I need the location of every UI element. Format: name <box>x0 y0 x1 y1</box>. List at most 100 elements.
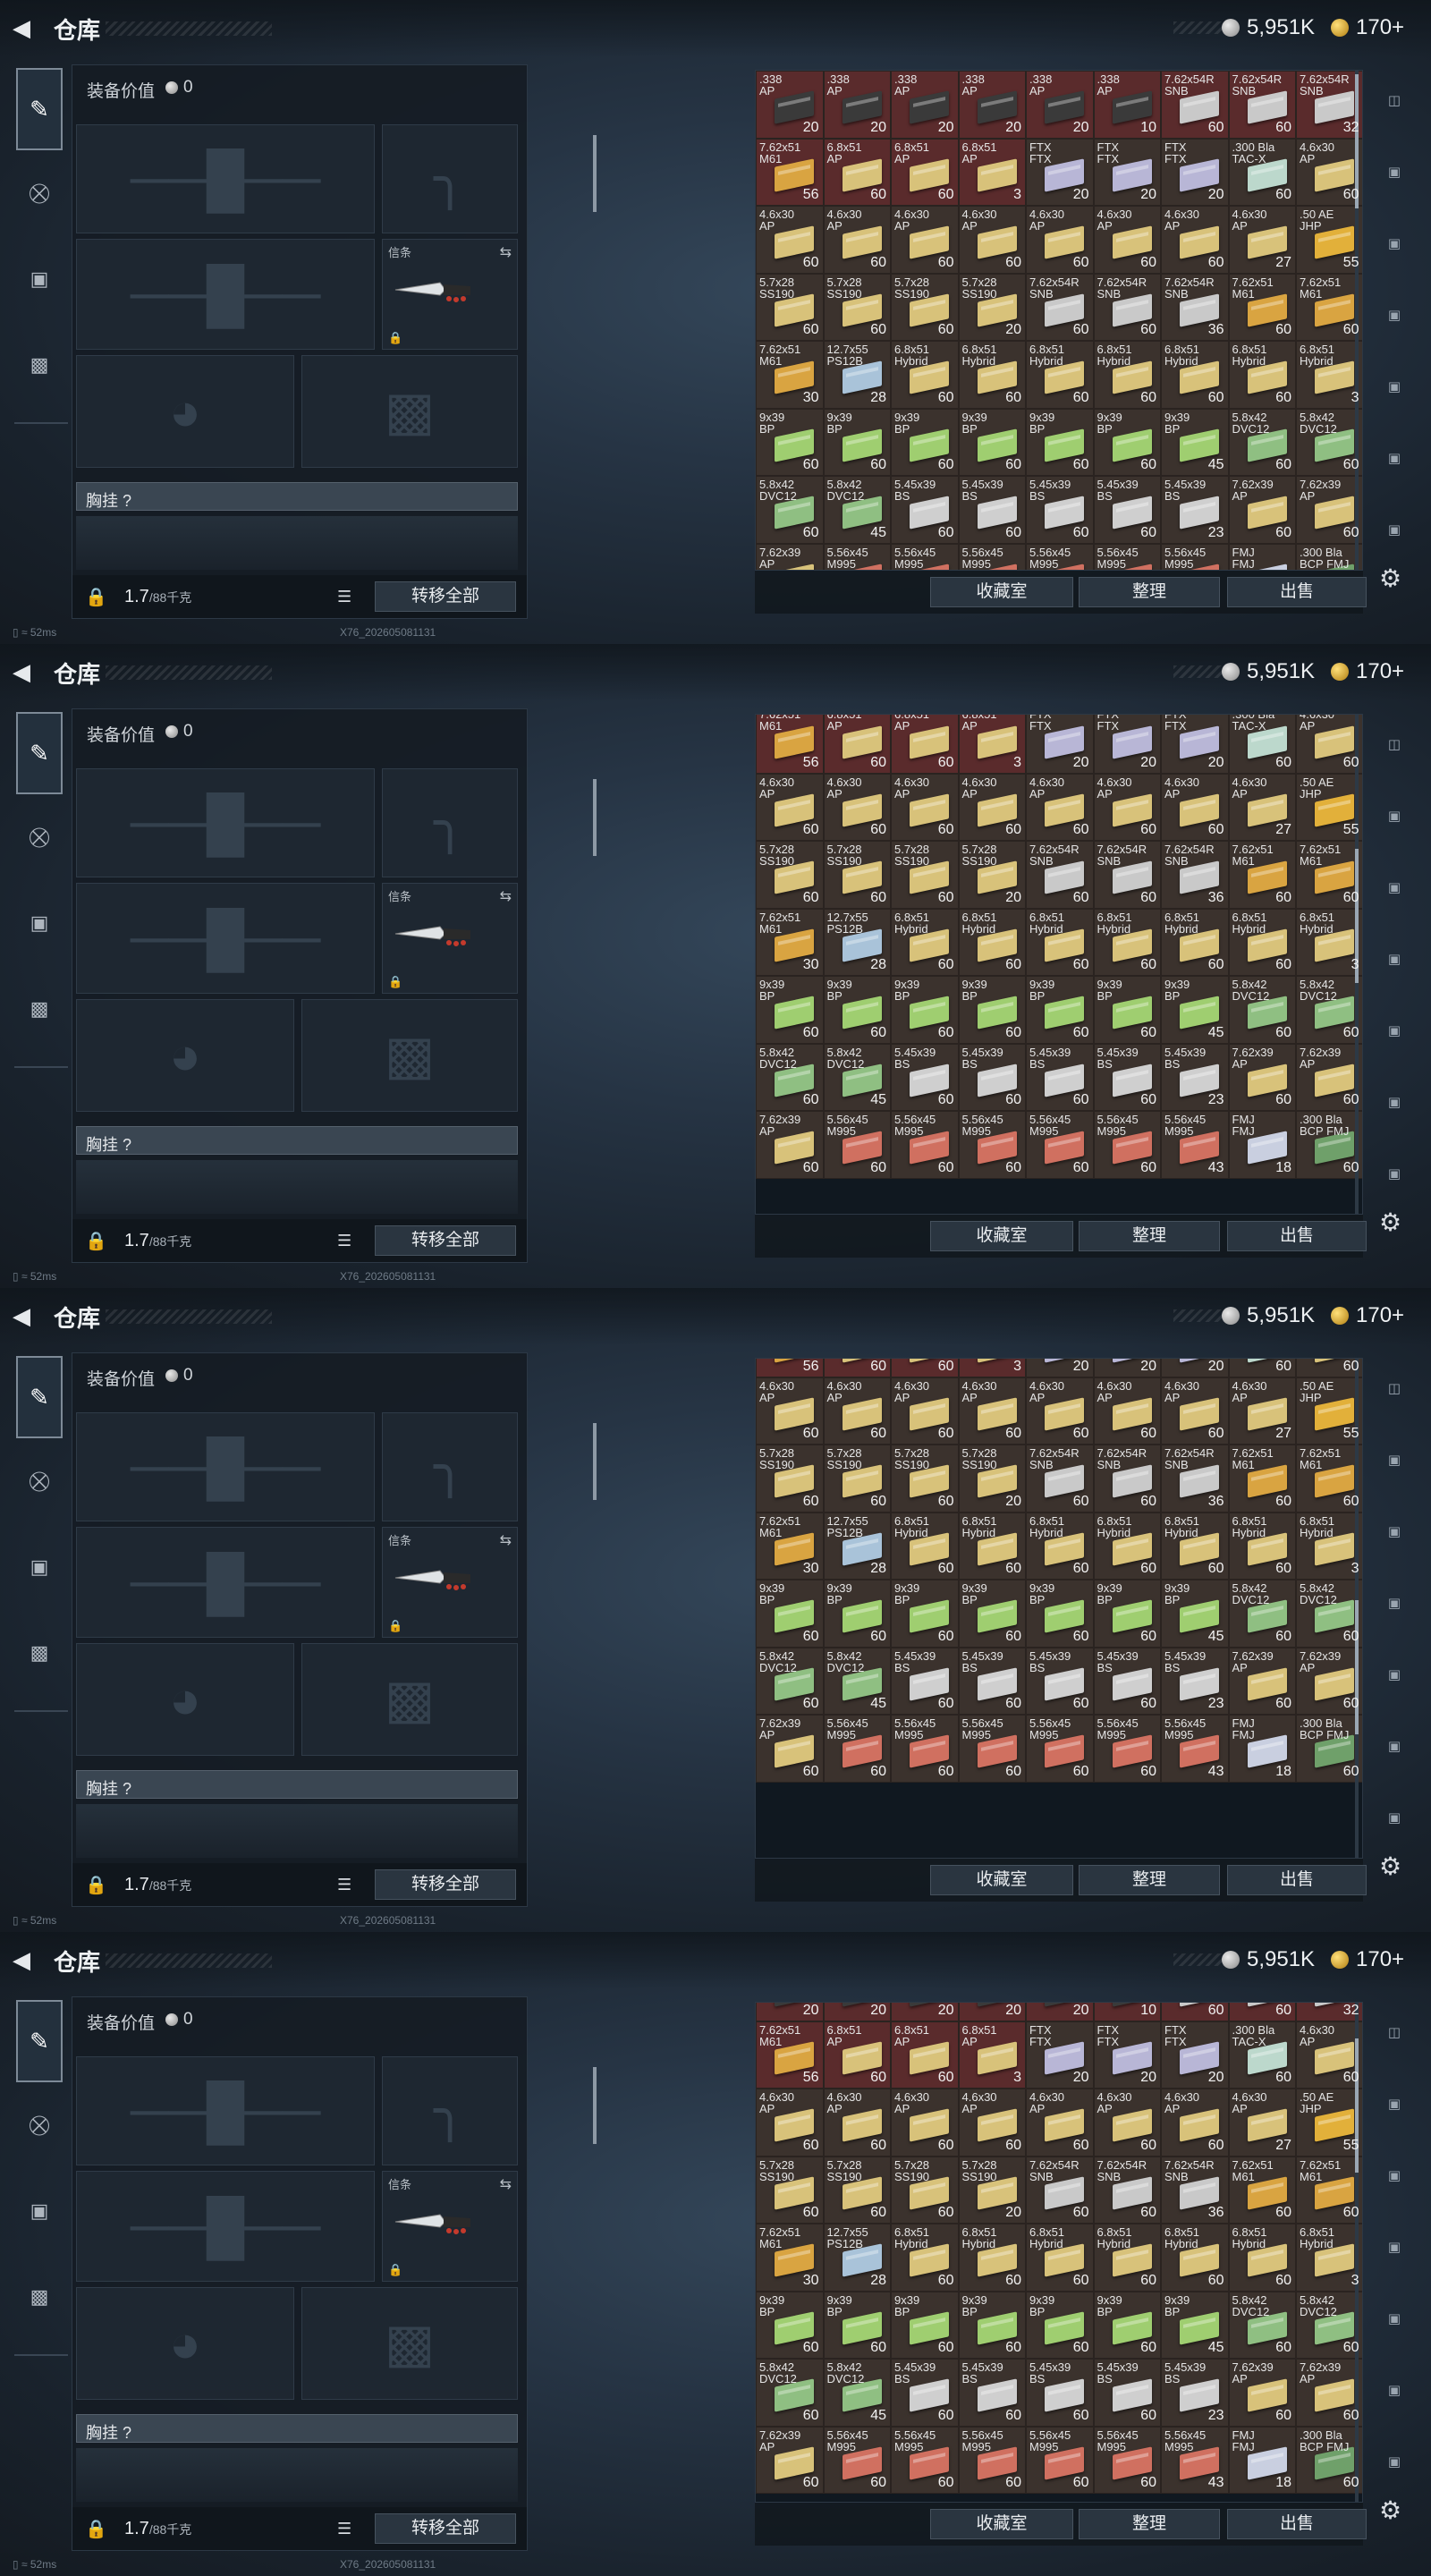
stash-item[interactable]: 5.7x28 SS190 20 <box>958 841 1026 909</box>
stash-item[interactable]: 5.8x42 DVC12 60 <box>756 2359 824 2427</box>
stash-item[interactable]: 4.6x30 AP60 <box>958 1377 1026 1445</box>
stash-item[interactable]: 5.45x39 BS 23 <box>1161 476 1229 544</box>
stash-item[interactable]: FTX FTX20 <box>1093 1359 1161 1377</box>
stash-item[interactable]: .300 Bla BCP FMJ 60 <box>1296 1715 1362 1783</box>
chest-rig-header[interactable]: 胸挂 ? <box>76 482 518 511</box>
stash-item[interactable]: 7.62x51 M61 60 <box>1228 2156 1296 2224</box>
stash-item[interactable]: 9x39 BP 60 <box>1026 976 1094 1044</box>
stash-item[interactable]: .50 AE JHP 55 <box>1296 206 1362 274</box>
settings-gear-icon[interactable]: ⚙ <box>1379 1852 1401 1881</box>
stash-item[interactable]: 7.62x39 AP60 <box>1296 2359 1362 2427</box>
stash-item[interactable]: 4.6x30 AP60 <box>1093 2089 1161 2157</box>
stash-item[interactable]: 4.6x30 AP60 <box>756 206 824 274</box>
stash-item[interactable]: FMJ FMJ18 <box>1228 543 1296 570</box>
stash-page-3-icon[interactable]: ▣ <box>1377 945 1411 975</box>
stash-item[interactable]: FTX FTX20 <box>1161 715 1229 774</box>
back-arrow-icon[interactable]: ◀ <box>13 658 36 685</box>
stash-item[interactable]: 7.62x39 AP60 <box>1228 1043 1296 1111</box>
gold-currency[interactable]: 170+ <box>1331 1302 1404 1329</box>
stash-item[interactable]: 5.56x45 M99560 <box>1093 2426 1161 2494</box>
pistol-slot[interactable]: ╮ <box>382 768 518 877</box>
stash-page-4-icon[interactable]: ▣ <box>1377 1016 1411 1046</box>
stash-item[interactable]: 6.8x51 Hybrid 60 <box>1026 908 1094 976</box>
stash-item[interactable]: 7.62x54R SNB 60 <box>1228 71 1296 139</box>
stash-item[interactable]: 9x39 BP 60 <box>1026 1580 1094 1648</box>
stash-page-5-icon[interactable]: ▣ <box>1377 1088 1411 1118</box>
sell-button[interactable]: 出售 <box>1227 577 1367 607</box>
stash-item[interactable]: 6.8x51 Hybrid 60 <box>1228 2224 1296 2292</box>
stash-item[interactable]: 4.6x30 AP60 <box>1026 206 1094 274</box>
stash-item[interactable]: 4.6x30 AP60 <box>823 773 891 841</box>
stash-item[interactable]: 5.56x45 M995 43 <box>1161 1715 1229 1783</box>
stash-item[interactable]: 4.6x30 AP60 <box>1296 1359 1362 1377</box>
stash-item[interactable]: .338 AP20 <box>1026 2003 1094 2021</box>
stash-item[interactable]: .300 Bla TAC-X 60 <box>1228 715 1296 774</box>
stash-item[interactable]: 5.7x28 SS190 20 <box>958 273 1026 341</box>
favorites-button[interactable]: 收藏室 <box>930 2509 1073 2539</box>
stash-item[interactable]: 5.56x45 M99560 <box>891 543 959 570</box>
stash-item[interactable]: 5.7x28 SS190 60 <box>823 2156 891 2224</box>
stash-item[interactable]: 9x39 BP 60 <box>1093 1580 1161 1648</box>
stash-item[interactable]: .300 Bla BCP FMJ 60 <box>1296 2426 1362 2494</box>
stash-item[interactable]: 7.62x51 M61 60 <box>1296 841 1362 909</box>
stash-item[interactable]: 5.8x42 DVC12 60 <box>756 1043 824 1111</box>
stash-item[interactable]: 5.7x28 SS190 60 <box>823 1445 891 1513</box>
stash-item[interactable]: 5.56x45 M99560 <box>1026 543 1094 570</box>
stash-item[interactable]: 5.7x28 SS190 60 <box>756 2156 824 2224</box>
weapons-tab-icon[interactable]: ✎ <box>16 68 63 150</box>
stash-item[interactable]: 7.62x39 AP60 <box>756 543 824 570</box>
helmet-slot[interactable]: ◕ <box>76 1643 294 1756</box>
chest-rig-header[interactable]: 胸挂 ? <box>76 1126 518 1155</box>
stash-item[interactable]: 4.6x30 AP60 <box>1296 715 1362 774</box>
stash-item[interactable]: 5.45x39 BS 23 <box>1161 1647 1229 1715</box>
stash-item[interactable]: FTX FTX20 <box>1161 2021 1229 2089</box>
stash-item[interactable]: 7.62x51 M61 30 <box>756 908 824 976</box>
stash-item[interactable]: 5.45x39 BS 60 <box>958 2359 1026 2427</box>
secondary-weapon-slot[interactable]: ──█── <box>76 2171 375 2282</box>
stash-page-1-icon[interactable]: ▣ <box>1377 2089 1411 2120</box>
primary-weapon-slot[interactable]: ──█── <box>76 2056 375 2165</box>
stash-item[interactable]: 5.45x39 BS 60 <box>1093 1043 1161 1111</box>
stash-item[interactable]: 9x39 BP 60 <box>958 2291 1026 2359</box>
equipment-scrollbar[interactable] <box>593 135 597 212</box>
stash-item[interactable]: 6.8x51 AP60 <box>823 1359 891 1377</box>
backpack-tab-icon[interactable]: ▩ <box>20 989 59 1029</box>
stash-item[interactable]: 6.8x51 Hybrid 60 <box>1161 1512 1229 1580</box>
stash-item[interactable]: 12.7x55 PS12B 28 <box>823 2224 891 2292</box>
armor-slot[interactable]: ▩ <box>301 1643 518 1756</box>
armor-slot[interactable]: ▩ <box>301 355 518 468</box>
stash-item[interactable]: 5.8x42 DVC12 60 <box>1296 2291 1362 2359</box>
transfer-all-button[interactable]: 转移全部 <box>375 581 516 612</box>
stash-page-6-icon[interactable]: ▣ <box>1377 1159 1411 1190</box>
pistol-slot[interactable]: ╮ <box>382 2056 518 2165</box>
stash-item[interactable]: 7.62x39 AP60 <box>756 2426 824 2494</box>
stash-item[interactable]: 6.8x51 Hybrid 3 <box>1296 341 1362 409</box>
stash-item[interactable]: 9x39 BP 60 <box>1093 408 1161 476</box>
swap-icon[interactable]: ⇆ <box>500 887 512 905</box>
stash-item[interactable]: 6.8x51 AP60 <box>891 138 959 206</box>
weapons-tab-icon[interactable]: ✎ <box>16 2000 63 2082</box>
stash-item[interactable]: 6.8x51 Hybrid 60 <box>891 2224 959 2292</box>
stash-item[interactable]: 5.8x42 DVC12 60 <box>1228 408 1296 476</box>
stash-item[interactable]: FTX FTX20 <box>1026 1359 1094 1377</box>
stash-item[interactable]: 5.56x45 M99560 <box>1093 1111 1161 1179</box>
stash-item[interactable]: .338 AP20 <box>958 2003 1026 2021</box>
backpack-tab-icon[interactable]: ▩ <box>20 345 59 385</box>
stash-item[interactable]: 4.6x30 AP60 <box>958 206 1026 274</box>
stash-item[interactable]: 9x39 BP 45 <box>1161 2291 1229 2359</box>
stash-item[interactable]: 6.8x51 Hybrid 60 <box>1161 908 1229 976</box>
stash-item[interactable]: 4.6x30 AP 27 <box>1228 1377 1296 1445</box>
stash-item[interactable]: 7.62x39 AP60 <box>1228 1647 1296 1715</box>
stash-item[interactable]: 5.8x42 DVC12 60 <box>1228 1580 1296 1648</box>
stash-item[interactable]: FTX FTX20 <box>1026 138 1094 206</box>
stash-item[interactable]: 5.56x45 M99560 <box>1026 1715 1094 1783</box>
stash-item[interactable]: 7.62x54R SNB 60 <box>1026 1445 1094 1513</box>
stash-item[interactable]: 7.62x39 AP60 <box>756 1715 824 1783</box>
stash-item[interactable]: 12.7x55 PS12B 28 <box>823 908 891 976</box>
stash-item[interactable]: 7.62x51 M6156 <box>756 1359 824 1377</box>
stash-main-tab-icon[interactable]: ◫ <box>1377 2018 1411 2048</box>
stash-item[interactable]: 7.62x51 M6156 <box>756 138 824 206</box>
stash-page-4-icon[interactable]: ▣ <box>1377 2304 1411 2334</box>
stash-item[interactable]: 5.8x42 DVC12 60 <box>1228 2291 1296 2359</box>
stash-item[interactable]: 4.6x30 AP60 <box>958 2089 1026 2157</box>
